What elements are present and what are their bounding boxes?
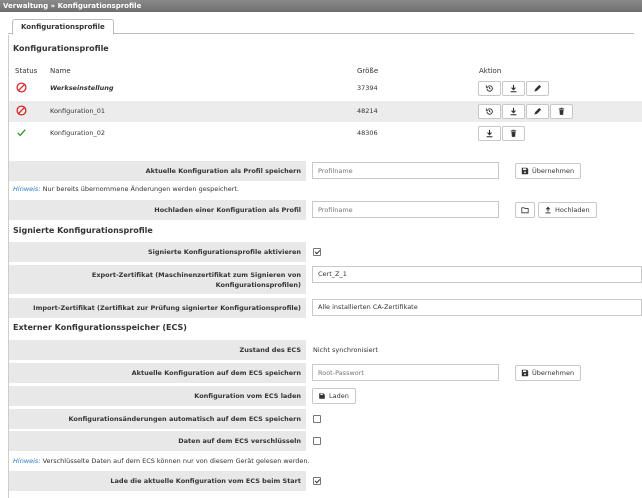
download-button[interactable]: [502, 104, 525, 119]
profile-size: 37394: [357, 84, 378, 92]
profile-name: Konfiguration_02: [50, 129, 106, 137]
profile-size: 48306: [357, 129, 378, 137]
apply-button[interactable]: Übernehmen: [515, 163, 582, 179]
delete-icon: [558, 107, 565, 115]
import-cert-row: Import-Zertifikat (Zertifikat zur Prüfun…: [9, 298, 642, 318]
ecs-load-button[interactable]: Laden: [312, 388, 356, 404]
column-header-action: Aktion: [479, 67, 502, 75]
ecs-load-button-label: Laden: [329, 392, 349, 400]
delete-icon: [510, 129, 517, 137]
ecs-startup-checkbox[interactable]: [313, 477, 321, 485]
download-icon: [510, 84, 517, 93]
ecs-apply-button[interactable]: Übernehmen: [515, 365, 582, 381]
ecs-auto-label: Konfigurationsänderungen automatisch auf…: [9, 409, 306, 429]
table-row: Konfiguration_02 48306: [9, 123, 642, 144]
profile-size: 48214: [357, 107, 378, 115]
check-icon: [17, 129, 26, 137]
restore-button[interactable]: [478, 104, 501, 119]
ecs-encrypt-checkbox[interactable]: [313, 437, 321, 445]
table-row: Konfiguration_01 48214: [9, 101, 642, 122]
upload-label: Hochladen einer Konfiguration als Profil: [9, 200, 306, 220]
breadcrumb-current: Konfigurationsprofile: [57, 2, 142, 10]
ecs-auto-checkbox[interactable]: [313, 415, 321, 423]
upload-row: Hochladen einer Konfiguration als Profil…: [9, 200, 642, 220]
delete-button[interactable]: [502, 126, 525, 141]
ecs-state-label: Zustand des ECS: [9, 340, 306, 360]
ecs-load-row: Konfiguration vom ECS laden Laden: [9, 386, 642, 406]
column-header-name: Name: [50, 67, 71, 75]
import-cert-label: Import-Zertifikat (Zertifikat zur Prüfun…: [9, 298, 306, 318]
column-header-size: Größe: [357, 67, 379, 75]
ecs-state-row: Zustand des ECS Nicht synchronisiert: [9, 340, 642, 360]
folder-icon: [521, 207, 529, 214]
restore-button[interactable]: [478, 81, 501, 96]
tab-bar: Konfigurationsprofile: [8, 19, 634, 35]
export-cert-select[interactable]: Cert_Z_1: [312, 266, 642, 283]
hint-text: Hinweis: Nur bereits übernommene Änderun…: [13, 185, 239, 193]
load-icon: [319, 393, 325, 399]
save-profile-row: Aktuelle Konfiguration als Profil speich…: [9, 161, 642, 181]
hint-key: Hinweis:: [13, 457, 41, 465]
ecs-auto-row: Konfigurationsänderungen automatisch auf…: [9, 409, 642, 429]
hint-body: Nur bereits übernommene Änderungen werde…: [40, 185, 240, 193]
ecs-apply-button-label: Übernehmen: [532, 369, 575, 377]
section-heading-ecs: Externer Konfigurationsspeicher (ECS): [13, 323, 187, 332]
tab-konfigurationsprofile[interactable]: Konfigurationsprofile: [12, 19, 114, 35]
ecs-save-row: Aktuelle Konfiguration auf dem ECS speic…: [9, 363, 642, 383]
edit-button[interactable]: [526, 104, 549, 119]
save-profile-label: Aktuelle Konfiguration als Profil speich…: [9, 161, 306, 181]
section-heading-profiles: Konfigurationsprofile: [13, 44, 109, 53]
download-button[interactable]: [502, 81, 525, 96]
profile-name: Konfiguration_01: [50, 107, 106, 115]
export-cert-row: Export-Zertifikat (Maschinenzertifikat z…: [9, 265, 642, 294]
breadcrumb: Verwaltung » Konfigurationsprofile: [0, 0, 642, 12]
hint-body: Verschlüsselte Daten auf dem ECS können …: [40, 457, 310, 465]
save-icon: [521, 167, 529, 175]
signed-enable-checkbox[interactable]: [313, 248, 321, 256]
export-cert-label: Export-Zertifikat (Maschinenzertifikat z…: [9, 265, 306, 294]
save-icon: [521, 369, 529, 377]
hint-key: Hinweis:: [13, 185, 41, 193]
ecs-encrypt-row: Daten auf dem ECS verschlüsseln: [9, 431, 642, 451]
breadcrumb-verwaltung[interactable]: Verwaltung: [3, 2, 48, 10]
upload-button[interactable]: Hochladen: [538, 202, 597, 218]
upload-icon: [545, 206, 551, 214]
ecs-state-value: Nicht synchronisiert: [313, 346, 378, 354]
profile-name-input[interactable]: [312, 162, 499, 179]
import-cert-select[interactable]: Alle installierten CA-Zertifikate: [312, 299, 642, 316]
section-heading-signed: Signierte Konfigurationsprofile: [13, 226, 153, 235]
ecs-encrypt-label: Daten auf dem ECS verschlüsseln: [9, 431, 306, 451]
ecs-startup-row: Lade die aktuelle Konfiguration vom ECS …: [9, 471, 642, 491]
download-icon: [510, 107, 517, 116]
signed-enable-row: Signierte Konfigurationsprofile aktivier…: [9, 242, 642, 262]
download-icon: [486, 129, 493, 138]
root-password-input[interactable]: [312, 364, 499, 381]
delete-button[interactable]: [550, 104, 573, 119]
download-button[interactable]: [478, 126, 501, 141]
ecs-save-label: Aktuelle Konfiguration auf dem ECS speic…: [9, 363, 306, 383]
upload-profile-name-input[interactable]: [312, 201, 499, 218]
column-header-status: Status: [15, 67, 38, 75]
edit-icon: [534, 107, 542, 115]
profile-name: Werkseinstellung: [50, 84, 114, 92]
signed-enable-label: Signierte Konfigurationsprofile aktivier…: [9, 242, 306, 262]
upload-button-label: Hochladen: [555, 206, 590, 214]
blocked-icon: [16, 82, 27, 93]
ecs-startup-label: Lade die aktuelle Konfiguration vom ECS …: [9, 471, 306, 491]
restore-icon: [485, 108, 493, 115]
blocked-icon: [16, 105, 27, 116]
edit-button[interactable]: [526, 81, 549, 96]
ecs-load-label: Konfiguration vom ECS laden: [9, 386, 306, 406]
apply-button-label: Übernehmen: [532, 167, 575, 175]
breadcrumb-separator: »: [50, 2, 56, 10]
hint-text: Hinweis: Verschlüsselte Daten auf dem EC…: [13, 457, 310, 465]
restore-icon: [485, 85, 493, 92]
table-row: Werkseinstellung 37394: [9, 78, 642, 99]
edit-icon: [534, 84, 542, 92]
choose-file-button[interactable]: [515, 202, 535, 218]
